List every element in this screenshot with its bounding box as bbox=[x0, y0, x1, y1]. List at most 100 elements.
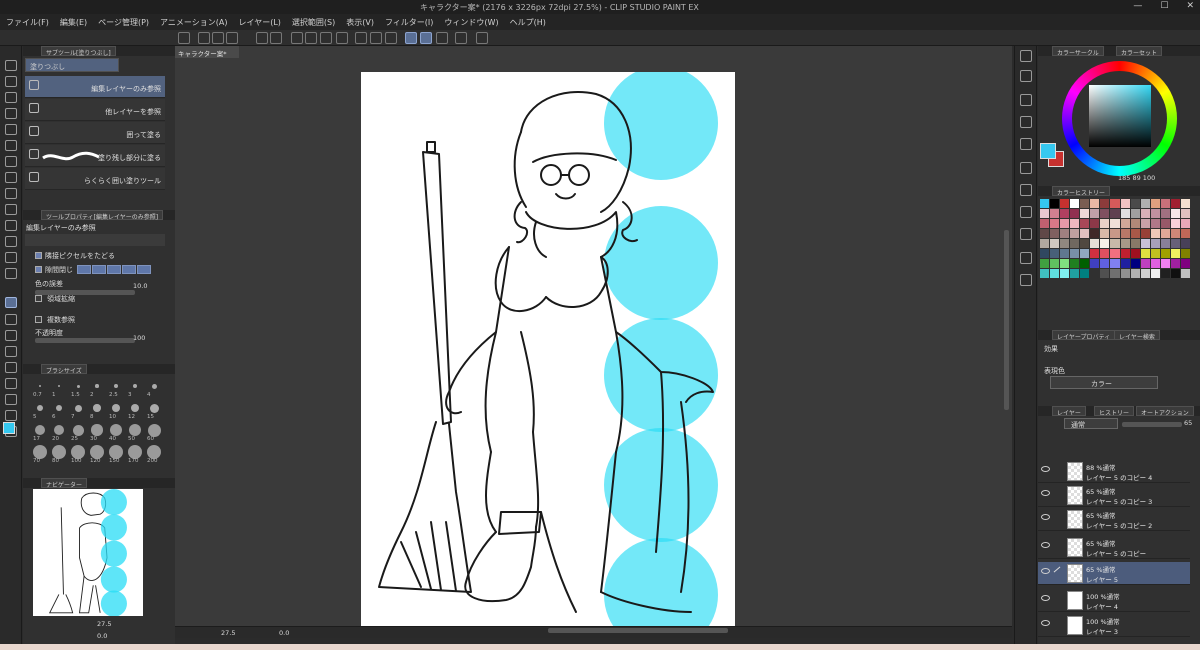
snap-grid-icon[interactable] bbox=[436, 32, 448, 44]
tab-brush-size[interactable]: ブラシサイズ bbox=[41, 364, 87, 375]
color-history-swatch[interactable] bbox=[1150, 249, 1160, 258]
menu-animation[interactable]: アニメーション(A) bbox=[160, 17, 227, 28]
subtool-item-lasso-fill[interactable]: らくらく囲い塗りツール bbox=[25, 168, 165, 190]
color-history-swatch[interactable] bbox=[1170, 219, 1180, 228]
color-history-swatch[interactable] bbox=[1160, 209, 1170, 218]
text-icon[interactable] bbox=[5, 378, 17, 389]
brush-size-preset[interactable]: 170 bbox=[126, 444, 144, 465]
material-icon-2[interactable] bbox=[1020, 94, 1032, 106]
snap-special-ruler-icon[interactable] bbox=[420, 32, 432, 44]
color-history-swatch[interactable] bbox=[1040, 219, 1050, 228]
color-history-swatch[interactable] bbox=[1080, 199, 1090, 208]
color-history-swatch[interactable] bbox=[1170, 209, 1180, 218]
brush-size-preset[interactable]: 2 bbox=[88, 378, 106, 399]
canvas-zoom[interactable]: 27.5 bbox=[221, 629, 235, 637]
eye-icon[interactable] bbox=[1041, 514, 1050, 520]
color-history-swatch[interactable] bbox=[1050, 249, 1060, 258]
color-history-swatch[interactable] bbox=[1150, 219, 1160, 228]
rotate-icon[interactable] bbox=[5, 92, 17, 103]
eye-icon[interactable] bbox=[1041, 466, 1050, 472]
color-history-swatch[interactable] bbox=[1120, 199, 1130, 208]
menu-page[interactable]: ページ管理(P) bbox=[98, 17, 149, 28]
color-history-swatch[interactable] bbox=[1040, 259, 1050, 268]
color-history-swatch[interactable] bbox=[1150, 209, 1160, 218]
color-history-swatch[interactable] bbox=[1080, 259, 1090, 268]
close-gap-level-3[interactable] bbox=[107, 265, 121, 274]
menu-view[interactable]: 表示(V) bbox=[346, 17, 374, 28]
color-history-swatch[interactable] bbox=[1050, 219, 1060, 228]
close-panel-icon[interactable] bbox=[1020, 116, 1032, 128]
color-history-swatch[interactable] bbox=[1110, 199, 1120, 208]
color-history-swatch[interactable] bbox=[1180, 259, 1190, 268]
color-history-swatch[interactable] bbox=[1120, 209, 1130, 218]
color-history-swatch[interactable] bbox=[1060, 249, 1070, 258]
material-icon-5[interactable] bbox=[1020, 184, 1032, 196]
color-history-swatch[interactable] bbox=[1110, 239, 1120, 248]
color-history-swatch[interactable] bbox=[1090, 199, 1100, 208]
magnifier-icon[interactable] bbox=[5, 60, 17, 71]
minimize-button[interactable]: — bbox=[1133, 1, 1142, 11]
smartphone-icon[interactable] bbox=[455, 32, 467, 44]
subtool-item-edit-layer[interactable]: 編集レイヤーのみ参照 bbox=[25, 76, 165, 98]
color-history-swatch[interactable] bbox=[1170, 249, 1180, 258]
color-history-swatch[interactable] bbox=[1060, 239, 1070, 248]
fill-selection-icon[interactable] bbox=[320, 32, 332, 44]
color-history-swatch[interactable] bbox=[1180, 239, 1190, 248]
brush-size-preset[interactable]: 12 bbox=[126, 400, 144, 421]
pen-icon[interactable] bbox=[5, 172, 17, 183]
color-history-swatch[interactable] bbox=[1050, 239, 1060, 248]
deselect-icon[interactable] bbox=[355, 32, 367, 44]
maximize-button[interactable]: ☐ bbox=[1160, 1, 1168, 11]
color-history-swatch[interactable] bbox=[1180, 199, 1190, 208]
color-history-swatch[interactable] bbox=[1120, 249, 1130, 258]
canvas-rotation[interactable]: 0.0 bbox=[279, 629, 289, 637]
color-history-swatch[interactable] bbox=[1170, 199, 1180, 208]
color-history-swatch[interactable] bbox=[1070, 259, 1080, 268]
canvas-vertical-scrollbar[interactable] bbox=[1004, 230, 1009, 410]
subtool-item-enclose[interactable]: 囲って塗る bbox=[25, 122, 165, 144]
color-history-swatch[interactable] bbox=[1110, 209, 1120, 218]
color-history-swatch[interactable] bbox=[1180, 269, 1190, 278]
layer-row[interactable]: 65 %通常 レイヤー 5 のコピー 3 bbox=[1038, 484, 1190, 507]
color-history-swatch[interactable] bbox=[1080, 269, 1090, 278]
color-history-swatch[interactable] bbox=[1180, 209, 1190, 218]
color-history-swatch[interactable] bbox=[1060, 209, 1070, 218]
color-history-swatch[interactable] bbox=[1040, 209, 1050, 218]
color-history-swatch[interactable] bbox=[1040, 199, 1050, 208]
clip-studio-icon[interactable] bbox=[178, 32, 190, 44]
material-icon-4[interactable] bbox=[1020, 162, 1032, 174]
tab-tool-property[interactable]: ツールプロパティ[編集レイヤーのみ参照] bbox=[41, 210, 164, 221]
brush-size-preset[interactable]: 30 bbox=[88, 422, 106, 443]
color-history-swatch[interactable] bbox=[1130, 209, 1140, 218]
layer-row[interactable]: 100 %通常 レイヤー 4 bbox=[1038, 589, 1190, 612]
tab-history[interactable]: ヒストリー bbox=[1094, 406, 1135, 417]
menu-help[interactable]: ヘルプ(H) bbox=[510, 17, 546, 28]
opacity-value[interactable]: 100 bbox=[133, 334, 145, 342]
color-history-swatch[interactable] bbox=[1080, 229, 1090, 238]
undo-icon[interactable] bbox=[256, 32, 268, 44]
color-margin-value[interactable]: 10.0 bbox=[133, 282, 147, 290]
color-history-swatch[interactable] bbox=[1060, 269, 1070, 278]
color-history-swatch[interactable] bbox=[1080, 219, 1090, 228]
color-history-swatch[interactable] bbox=[1140, 239, 1150, 248]
open-file-icon[interactable] bbox=[212, 32, 224, 44]
color-history-swatch[interactable] bbox=[1070, 239, 1080, 248]
color-history-swatch[interactable] bbox=[1180, 249, 1190, 258]
color-history-swatch[interactable] bbox=[1110, 259, 1120, 268]
color-history-swatch[interactable] bbox=[1110, 269, 1120, 278]
foreground-color-swatch[interactable] bbox=[1040, 143, 1056, 159]
color-history-swatch[interactable] bbox=[1140, 219, 1150, 228]
figure-icon[interactable] bbox=[5, 330, 17, 341]
color-history-swatch[interactable] bbox=[1090, 219, 1100, 228]
color-history-swatch[interactable] bbox=[1130, 229, 1140, 238]
move-icon[interactable] bbox=[5, 140, 17, 151]
brush-size-preset[interactable]: 20 bbox=[50, 422, 68, 443]
clear-icon[interactable] bbox=[291, 32, 303, 44]
color-history-swatch[interactable] bbox=[1070, 199, 1080, 208]
brush-icon[interactable] bbox=[5, 204, 17, 215]
color-history-swatch[interactable] bbox=[1120, 239, 1130, 248]
save-icon[interactable] bbox=[226, 32, 238, 44]
brush-size-preset[interactable]: 3 bbox=[126, 378, 144, 399]
material-icon-6[interactable] bbox=[1020, 206, 1032, 218]
color-history-swatch[interactable] bbox=[1170, 229, 1180, 238]
